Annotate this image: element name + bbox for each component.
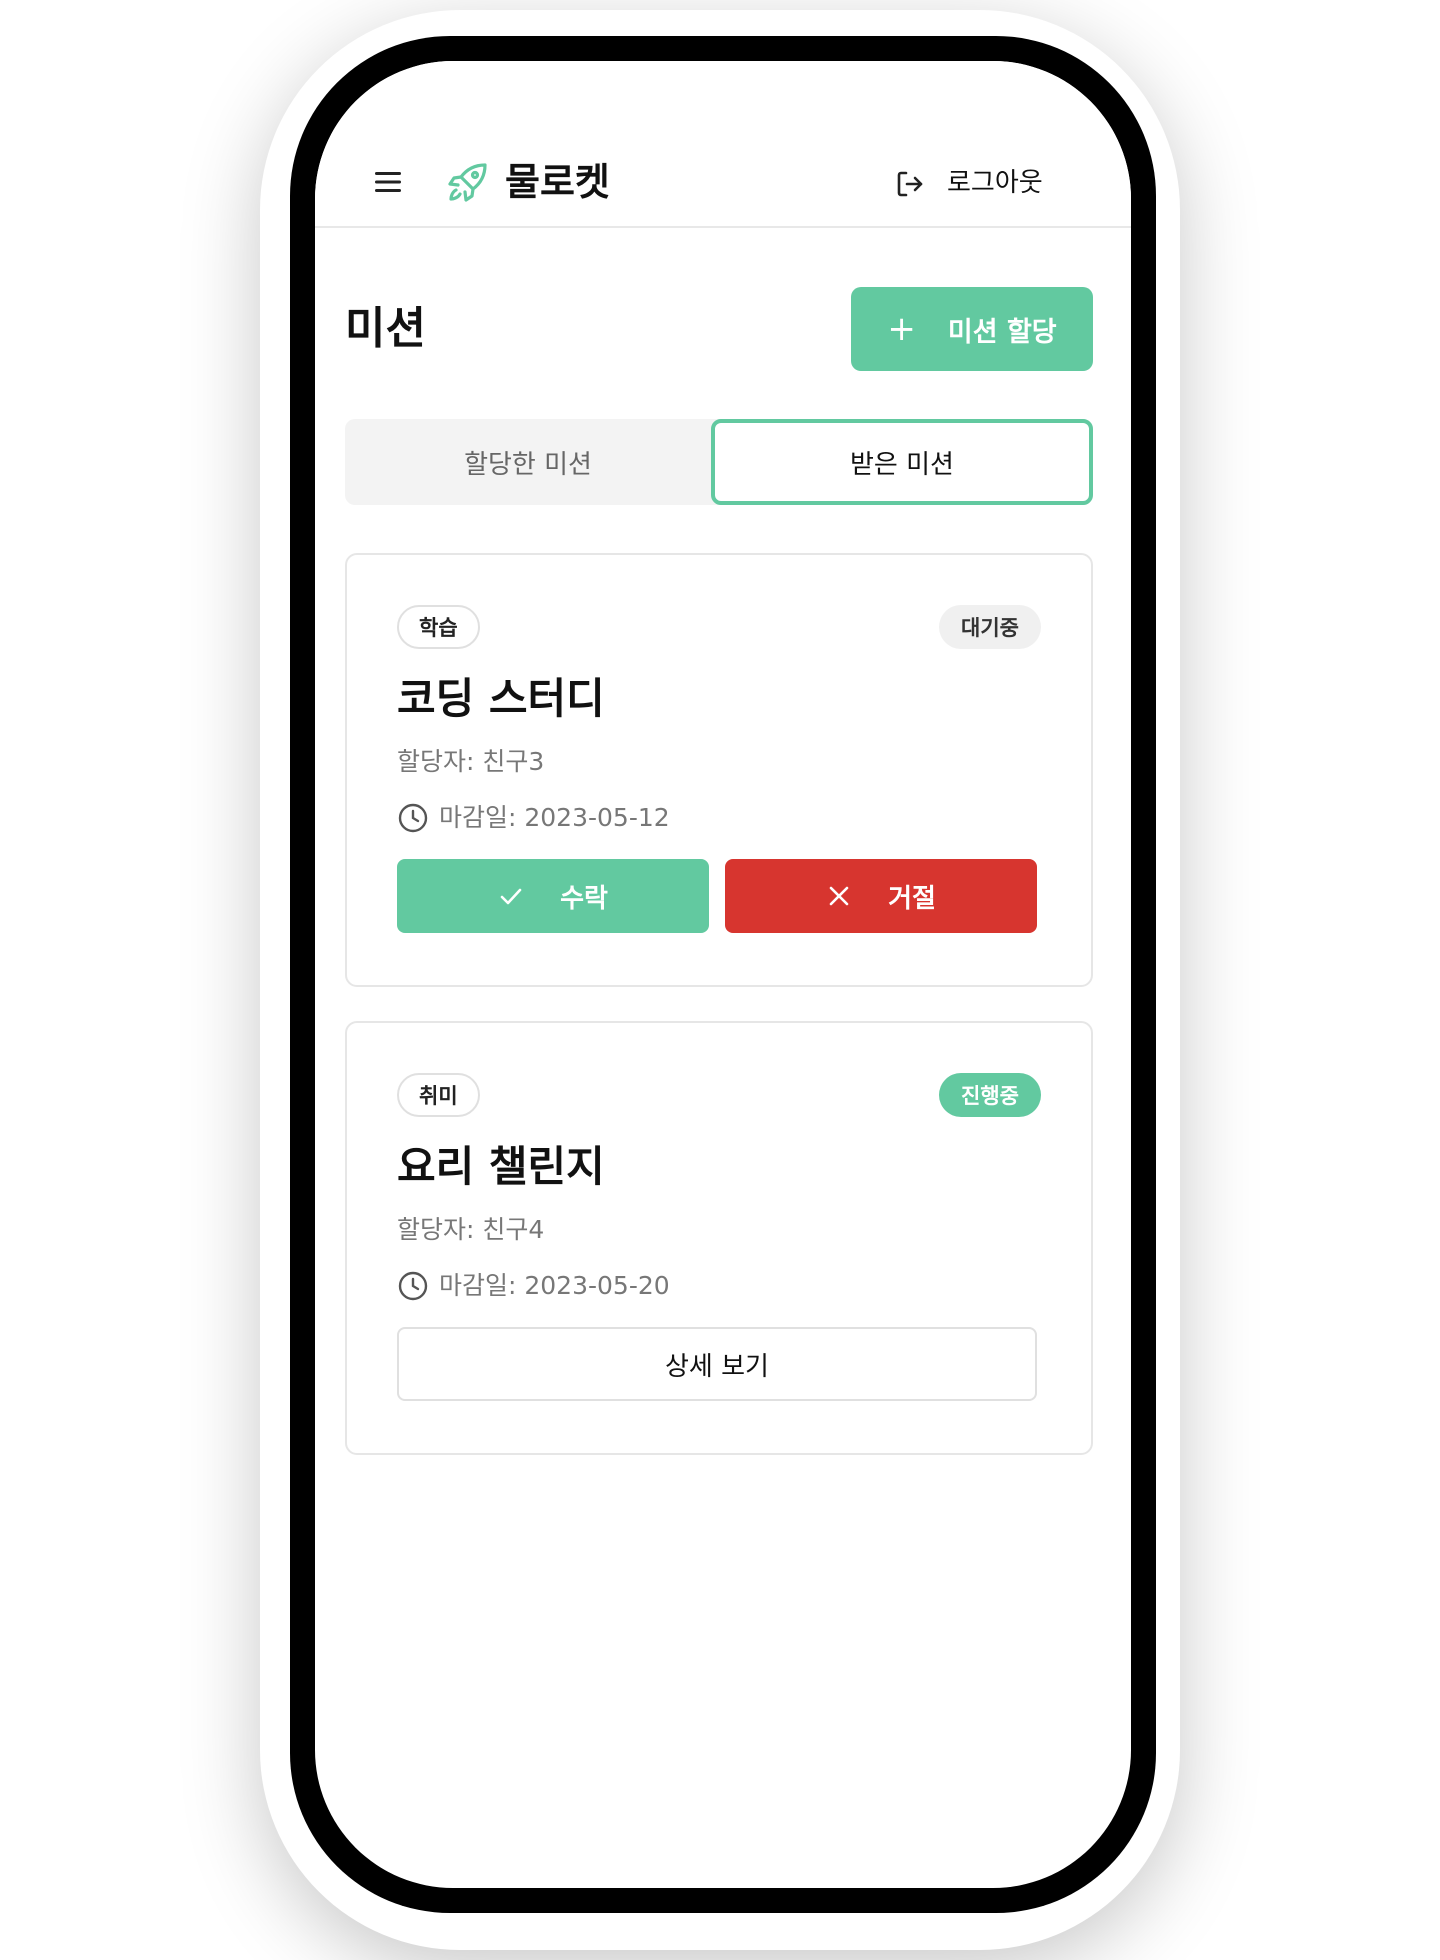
close-icon — [829, 886, 849, 906]
category-chip: 취미 — [397, 1073, 480, 1117]
status-badge: 진행중 — [939, 1073, 1041, 1117]
mission-card: 학습 대기중 코딩 스터디 할당자: 친구3 마감일: 2023-05-12 수… — [345, 553, 1093, 987]
mission-deadline: 마감일: 2023-05-12 — [439, 803, 670, 832]
mission-assignee: 할당자: 친구4 — [397, 1215, 545, 1244]
tab-assigned-missions[interactable]: 할당한 미션 — [345, 419, 711, 505]
rocket-icon — [448, 163, 487, 202]
mission-deadline-row: 마감일: 2023-05-20 — [397, 1269, 670, 1303]
tab-received-missions[interactable]: 받은 미션 — [711, 419, 1093, 505]
reject-button[interactable]: 거절 — [725, 859, 1037, 933]
mission-title: 코딩 스터디 — [397, 674, 605, 723]
app-screen: 물로켓 로그아웃 미션 + 미션 할당 할당한 미션 받은 미션 학습 대기중 … — [315, 61, 1131, 1888]
status-badge: 대기중 — [939, 605, 1041, 649]
view-details-button[interactable]: 상세 보기 — [397, 1327, 1037, 1401]
menu-icon[interactable] — [375, 171, 401, 193]
clock-icon — [398, 803, 428, 833]
accept-label: 수락 — [560, 883, 608, 914]
reject-label: 거절 — [888, 883, 936, 914]
mission-assignee: 할당자: 친구3 — [397, 747, 545, 776]
mission-card: 취미 진행중 요리 챌린지 할당자: 친구4 마감일: 2023-05-20 상… — [345, 1021, 1093, 1455]
category-chip: 학습 — [397, 605, 480, 649]
plus-icon: + — [887, 309, 916, 349]
app-title: 물로켓 — [505, 160, 610, 204]
check-icon — [500, 888, 522, 905]
mission-tabs: 할당한 미션 받은 미션 — [345, 419, 1093, 505]
app-header: 물로켓 로그아웃 — [315, 61, 1131, 228]
mission-title: 요리 챌린지 — [397, 1142, 605, 1191]
clock-icon — [398, 1271, 428, 1301]
assign-mission-button[interactable]: + 미션 할당 — [851, 287, 1093, 371]
mission-deadline: 마감일: 2023-05-20 — [439, 1271, 670, 1300]
phone-frame: 물로켓 로그아웃 미션 + 미션 할당 할당한 미션 받은 미션 학습 대기중 … — [290, 36, 1156, 1913]
page-title: 미션 — [345, 303, 426, 354]
accept-button[interactable]: 수락 — [397, 859, 709, 933]
assign-mission-label: 미션 할당 — [947, 316, 1057, 348]
logout-button[interactable]: 로그아웃 — [947, 165, 1043, 201]
mission-deadline-row: 마감일: 2023-05-12 — [397, 801, 670, 835]
logout-icon[interactable] — [895, 169, 925, 199]
